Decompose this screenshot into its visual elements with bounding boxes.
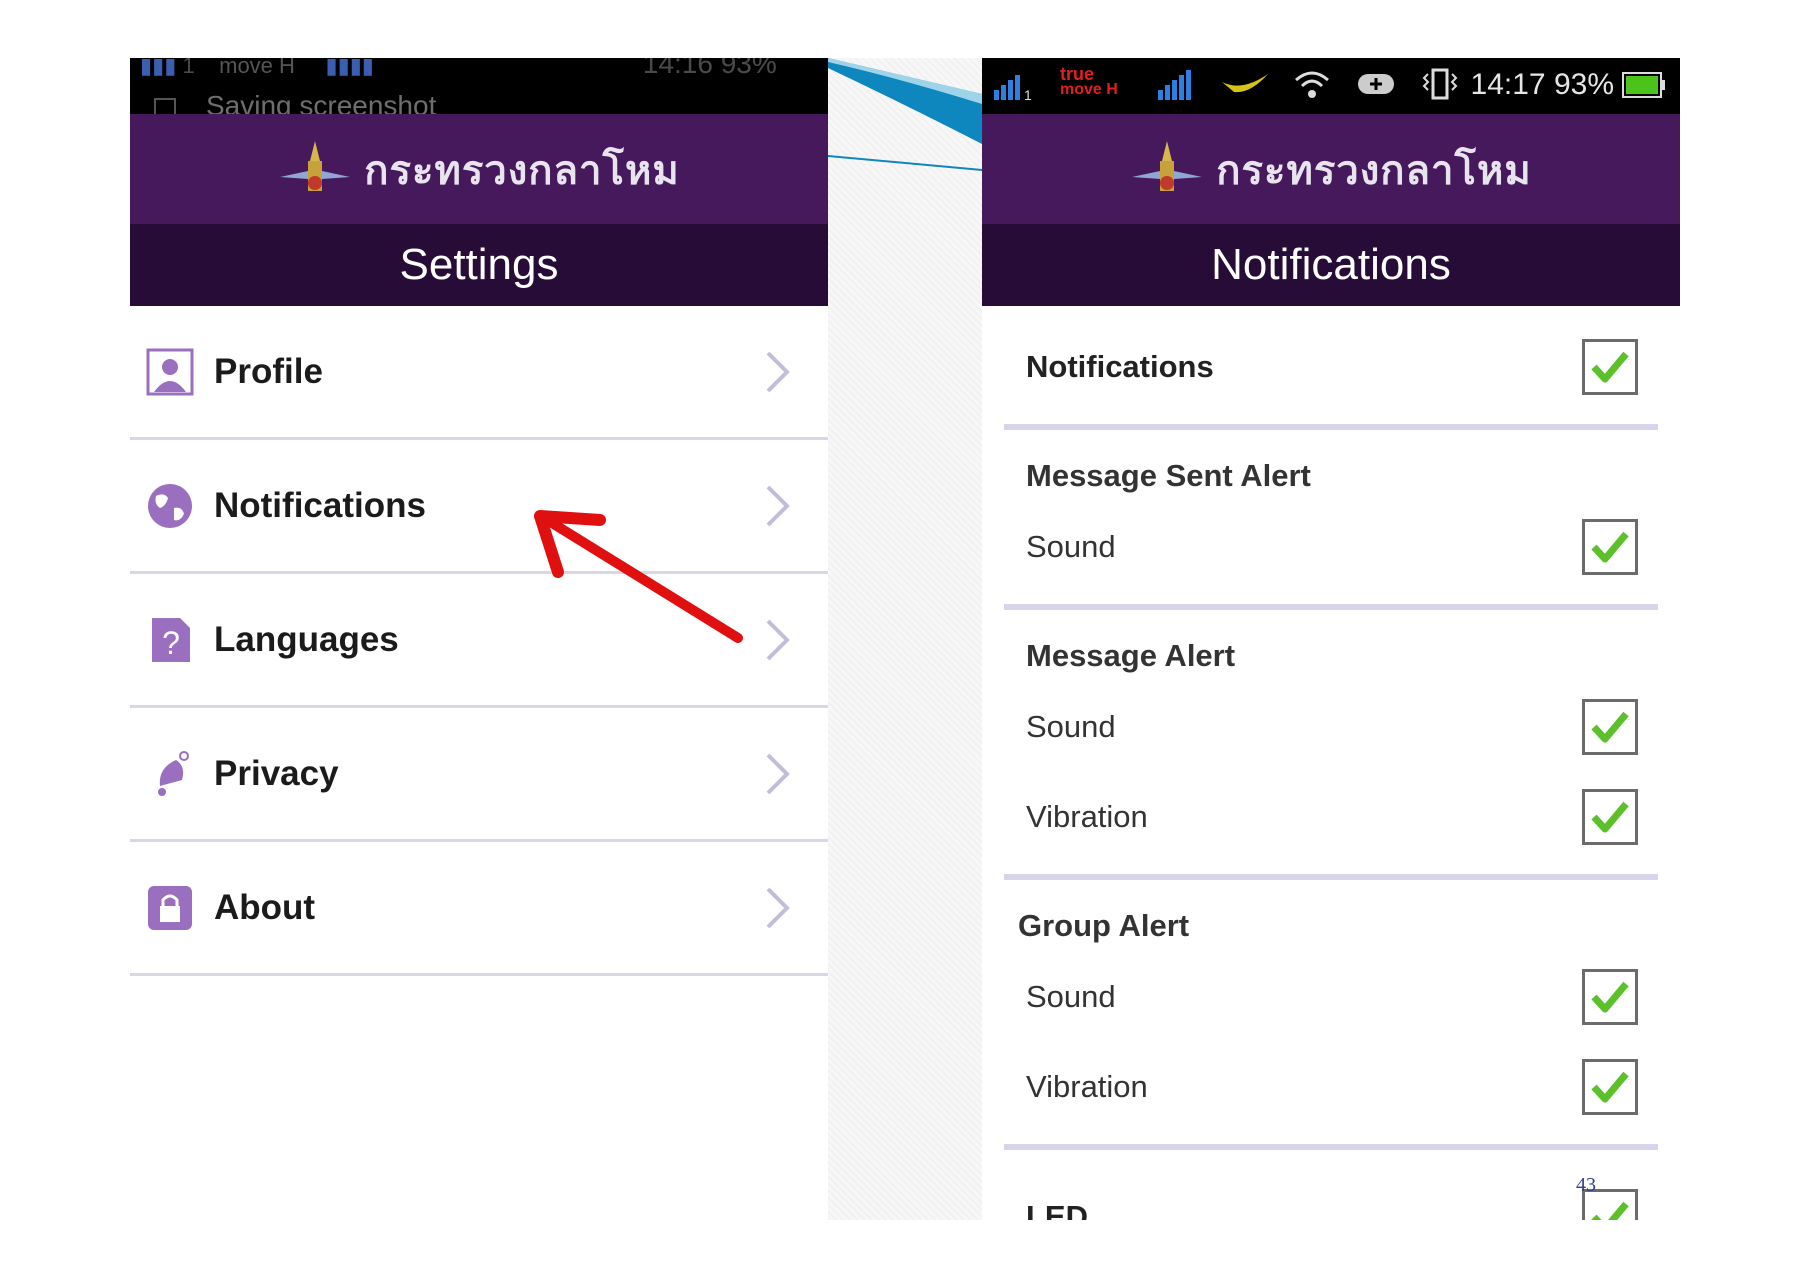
checkmark-icon xyxy=(1591,531,1629,563)
message-sound-row[interactable]: Sound xyxy=(982,692,1680,762)
ministry-emblem-icon xyxy=(280,141,351,191)
checkmark-icon xyxy=(1591,351,1629,383)
message-sent-sound-row[interactable]: Sound xyxy=(982,512,1680,582)
message-vibration-row[interactable]: Vibration xyxy=(982,782,1680,852)
svg-text:?: ? xyxy=(162,625,180,661)
svg-text:1: 1 xyxy=(1024,87,1032,100)
section-divider xyxy=(1004,424,1658,430)
status-time: 14:17 93% xyxy=(1470,68,1614,101)
message-vibration-checkbox[interactable] xyxy=(1582,789,1638,845)
chevron-right-icon xyxy=(758,749,798,799)
menu-label: Privacy xyxy=(214,753,339,793)
section-divider xyxy=(1004,874,1658,880)
menu-item-privacy[interactable]: Privacy xyxy=(130,708,828,842)
annotation-arrow xyxy=(534,510,743,643)
vibration-label: Vibration xyxy=(1026,799,1148,834)
notifications-screen: 1 true move H 14:17 93% กระทรวงกลาโหม No… xyxy=(982,58,1680,1220)
menu-label: About xyxy=(214,887,316,927)
lock-icon xyxy=(146,884,194,932)
checkmark-icon xyxy=(1591,981,1629,1013)
message-sent-sound-checkbox[interactable] xyxy=(1582,519,1638,575)
decorative-strip xyxy=(827,58,983,1220)
notifications-toggle-row[interactable]: Notifications xyxy=(982,332,1680,402)
battery-icon xyxy=(1622,72,1666,103)
section-title-group-alert: Group Alert xyxy=(1018,908,1190,943)
message-sound-checkbox[interactable] xyxy=(1582,699,1638,755)
checkmark-icon xyxy=(1591,801,1629,833)
sound-label: Sound xyxy=(1026,979,1116,1014)
globe-icon xyxy=(146,482,194,530)
profile-icon xyxy=(146,348,194,396)
bird-icon xyxy=(1222,74,1268,101)
notifications-checkbox[interactable] xyxy=(1582,339,1638,395)
menu-item-profile[interactable]: Profile xyxy=(130,306,828,440)
sound-label: Sound xyxy=(1026,529,1116,564)
decorative-swoosh xyxy=(827,58,983,171)
carrier-label: true move H xyxy=(1060,64,1118,98)
wifi-icon xyxy=(1294,68,1330,105)
chevron-right-icon xyxy=(758,615,798,665)
status-bar: ▮▮▮ 1 move H ▮▮▮▮ 14:16 93% Saving scree… xyxy=(130,58,828,114)
page-number: 43 xyxy=(1576,1174,1596,1196)
led-label: LED xyxy=(1026,1199,1088,1220)
vibrate-icon xyxy=(1422,68,1458,105)
bell-icon xyxy=(146,750,194,798)
checkmark-icon xyxy=(1591,711,1629,743)
notification-ticker: Saving screenshot xyxy=(154,90,436,114)
menu-item-about[interactable]: About xyxy=(130,842,828,976)
section-divider xyxy=(1004,604,1658,610)
checkmark-icon xyxy=(1591,1201,1629,1220)
app-header: กระทรวงกลาโหม xyxy=(982,114,1680,224)
signal-icon: 1 xyxy=(994,72,1034,105)
ministry-emblem-icon xyxy=(1132,141,1203,191)
signal-bars-icon xyxy=(1158,70,1202,105)
section-title-message-sent-alert: Message Sent Alert xyxy=(1026,458,1311,493)
brand-title: กระทรวงกลาโหม xyxy=(364,149,680,193)
section-divider xyxy=(1004,1144,1658,1150)
brand-title: กระทรวงกลาโหม xyxy=(1216,149,1532,193)
page-title: Notifications xyxy=(982,224,1680,306)
group-sound-checkbox[interactable] xyxy=(1582,969,1638,1025)
group-vibration-row[interactable]: Vibration xyxy=(982,1052,1680,1122)
group-vibration-checkbox[interactable] xyxy=(1582,1059,1638,1115)
question-doc-icon: ? xyxy=(146,616,194,664)
screenshot-icon xyxy=(154,97,176,114)
app-header: กระทรวงกลาโหม xyxy=(130,114,828,224)
group-sound-row[interactable]: Sound xyxy=(982,962,1680,1032)
vibration-label: Vibration xyxy=(1026,1069,1148,1104)
section-title-message-alert: Message Alert xyxy=(1026,638,1236,673)
sound-label: Sound xyxy=(1026,709,1116,744)
checkmark-icon xyxy=(1591,1071,1629,1103)
notifications-label: Notifications xyxy=(1026,349,1214,384)
menu-label: Profile xyxy=(214,351,323,391)
chevron-right-icon xyxy=(758,481,798,531)
page-title: Settings xyxy=(130,224,828,306)
status-icons: ▮▮▮ 1 move H ▮▮▮▮ 14:16 93% xyxy=(140,58,777,79)
chevron-right-icon xyxy=(758,347,798,397)
sync-icon xyxy=(1356,70,1396,103)
chevron-right-icon xyxy=(758,883,798,933)
status-bar: 1 true move H 14:17 93% xyxy=(982,58,1680,114)
